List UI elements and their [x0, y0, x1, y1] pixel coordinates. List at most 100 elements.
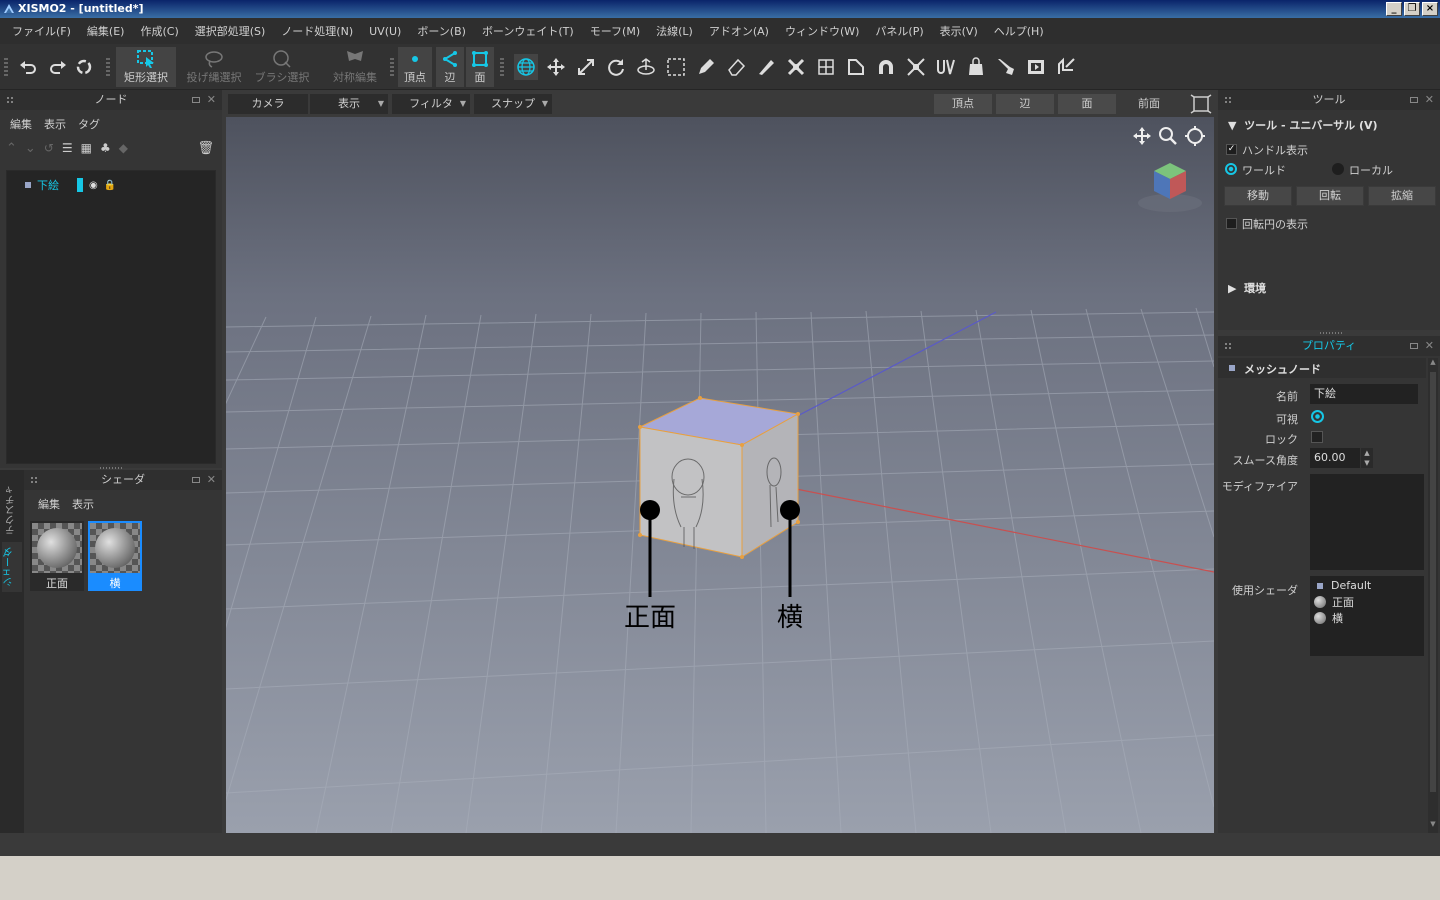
refresh-icon[interactable]: [72, 54, 96, 80]
cube-icon[interactable]: ◆: [119, 141, 128, 155]
visible-toggle[interactable]: [1311, 410, 1324, 423]
name-field[interactable]: 下絵: [1310, 384, 1418, 404]
knife-icon[interactable]: [754, 54, 778, 80]
scale-icon[interactable]: [574, 54, 598, 80]
chevron-up-icon[interactable]: ⌃: [6, 141, 17, 156]
eraser-icon[interactable]: [724, 54, 748, 80]
local-radio[interactable]: [1332, 163, 1344, 175]
panel-grip-icon[interactable]: [1224, 96, 1232, 104]
scale-button[interactable]: 拡縮: [1368, 186, 1436, 206]
side-tab-texture[interactable]: テクスチャ: [4, 478, 22, 542]
chevron-down-icon[interactable]: ⌄: [25, 141, 36, 156]
move-button[interactable]: 移動: [1224, 186, 1292, 206]
close-button[interactable]: ×: [1422, 2, 1438, 16]
eye-icon[interactable]: ◉: [89, 180, 98, 191]
shader-tab-display[interactable]: 表示: [72, 496, 94, 512]
edge-mode-button[interactable]: 辺: [436, 47, 464, 87]
side-tab-shader[interactable]: シェーダ: [2, 542, 22, 592]
list-item[interactable]: Default: [1314, 579, 1371, 592]
cube-mesh[interactable]: [638, 396, 800, 559]
face-mode-button[interactable]: 面: [466, 47, 494, 87]
panel-minimize-icon[interactable]: [1410, 343, 1418, 349]
redo-icon[interactable]: [46, 54, 70, 80]
view-cube-icon[interactable]: [1190, 94, 1212, 114]
menu-normal[interactable]: 法線(L): [648, 23, 701, 39]
menu-bone[interactable]: ボーン(B): [409, 23, 474, 39]
orbit-icon[interactable]: [1184, 125, 1206, 147]
node-tab-edit[interactable]: 編集: [10, 116, 32, 132]
move-icon[interactable]: [544, 54, 568, 80]
marquee-icon[interactable]: [664, 54, 688, 80]
smooth-angle-input[interactable]: 60.00: [1310, 448, 1360, 468]
scroll-up-icon[interactable]: ▲: [1428, 358, 1438, 366]
tree-item[interactable]: 下絵 ◉ 🔒: [25, 177, 116, 193]
menu-file[interactable]: ファイル(F): [4, 23, 79, 39]
collapse-icon[interactable]: [904, 54, 928, 80]
panel-minimize-icon[interactable]: [1410, 97, 1418, 103]
vp-vertex-toggle[interactable]: 頂点: [934, 94, 992, 114]
menu-panel[interactable]: パネル(P): [867, 23, 931, 39]
shader-item-side[interactable]: 横: [88, 521, 142, 591]
uv-icon[interactable]: [934, 54, 958, 80]
zoom-icon[interactable]: [1157, 125, 1179, 147]
menu-uv[interactable]: UV(U): [361, 25, 409, 38]
rotate-icon[interactable]: [604, 54, 628, 80]
lasso-select-button[interactable]: 投げ縄選択: [184, 47, 244, 87]
used-shader-list[interactable]: Default 正面 横: [1310, 576, 1424, 656]
menu-bone-weight[interactable]: ボーンウェイト(T): [474, 23, 582, 39]
bag-icon[interactable]: [964, 54, 988, 80]
panel-minimize-icon[interactable]: [192, 97, 200, 103]
link-icon[interactable]: ↺: [44, 141, 54, 155]
lock-checkbox[interactable]: [1311, 431, 1323, 443]
undo-icon[interactable]: [16, 54, 40, 80]
restore-button[interactable]: ❐: [1404, 2, 1420, 16]
orientation-gizmo[interactable]: [1136, 159, 1204, 215]
pencil-icon[interactable]: [694, 54, 718, 80]
handle-display-checkbox[interactable]: ✓: [1226, 144, 1237, 155]
camera-dropdown[interactable]: カメラ: [228, 94, 308, 114]
vertex-mode-button[interactable]: 頂点: [398, 47, 432, 87]
scroll-down-icon[interactable]: ▼: [1428, 820, 1438, 828]
filter-dropdown[interactable]: フィルタ ▼: [392, 94, 470, 114]
trash-icon[interactable]: 🗑: [197, 141, 214, 156]
rotation-circle-checkbox[interactable]: [1226, 218, 1237, 229]
edit-shape-icon[interactable]: [1054, 54, 1078, 80]
universal-icon[interactable]: [634, 54, 658, 80]
environment-section[interactable]: ▶ 環境: [1228, 280, 1266, 296]
list-item[interactable]: 正面: [1314, 594, 1354, 610]
bend-icon[interactable]: [874, 54, 898, 80]
scroll-thumb[interactable]: [1430, 372, 1436, 792]
3d-viewport[interactable]: 正面 横: [226, 117, 1214, 833]
modifier-list[interactable]: [1310, 474, 1424, 570]
menu-selection[interactable]: 選択部処理(S): [187, 23, 274, 39]
menu-view[interactable]: 表示(V): [932, 23, 986, 39]
panel-grip-icon[interactable]: [30, 476, 38, 484]
rect-select-button[interactable]: 矩形選択: [116, 47, 176, 87]
panel-minimize-icon[interactable]: [192, 477, 200, 483]
menu-edit[interactable]: 編集(E): [79, 23, 133, 39]
tool-section-header[interactable]: ▼ ツール - ユニバーサル (V): [1228, 117, 1378, 133]
view-dropdown[interactable]: 前面: [1120, 94, 1178, 114]
globe-icon[interactable]: [514, 54, 538, 80]
grid-icon[interactable]: ▦: [81, 141, 92, 155]
node-tab-display[interactable]: 表示: [44, 116, 66, 132]
lock-icon[interactable]: 🔒: [104, 180, 116, 191]
world-radio[interactable]: [1225, 163, 1237, 175]
menu-morph[interactable]: モーフ(M): [582, 23, 648, 39]
pan-icon[interactable]: [1131, 125, 1153, 147]
menu-create[interactable]: 作成(C): [132, 23, 186, 39]
snap-dropdown[interactable]: スナップ ▼: [474, 94, 552, 114]
panel-close-icon[interactable]: ✕: [1425, 94, 1434, 105]
shader-tab-edit[interactable]: 編集: [38, 496, 60, 512]
film-icon[interactable]: [1024, 54, 1048, 80]
list-item[interactable]: 横: [1314, 610, 1343, 626]
splitter-handle[interactable]: [1320, 332, 1344, 334]
bevel-icon[interactable]: [844, 54, 868, 80]
subdivide-icon[interactable]: [814, 54, 838, 80]
panel-close-icon[interactable]: ✕: [1425, 340, 1434, 351]
rotate-button[interactable]: 回転: [1296, 186, 1364, 206]
display-dropdown[interactable]: 表示 ▼: [310, 94, 388, 114]
panel-close-icon[interactable]: ✕: [207, 94, 216, 105]
splitter-handle[interactable]: [100, 467, 124, 469]
panel-close-icon[interactable]: ✕: [207, 474, 216, 485]
